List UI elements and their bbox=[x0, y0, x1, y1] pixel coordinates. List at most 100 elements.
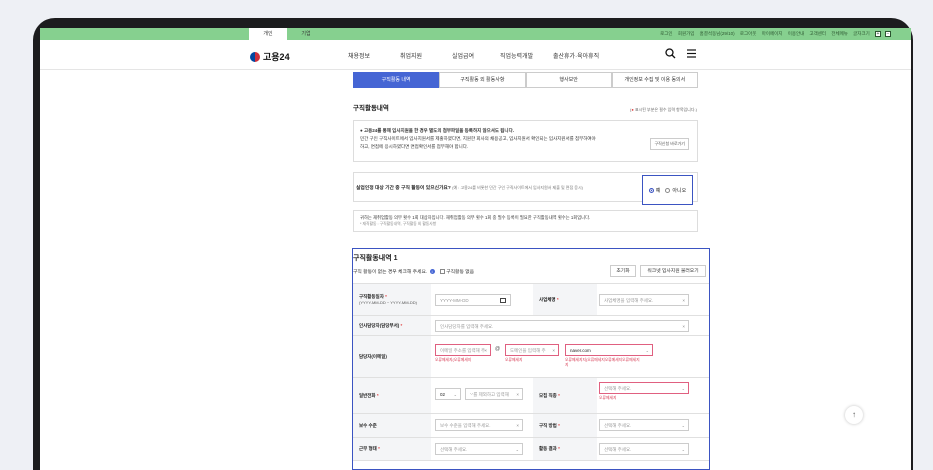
guide-link[interactable]: 이용안내 bbox=[788, 31, 805, 36]
chevron-down-icon: ⌄ bbox=[453, 392, 457, 397]
job-select[interactable]: 선택해 주세요. ⌄ bbox=[599, 382, 689, 394]
no-activity-label: 구직활동 없음 bbox=[446, 270, 475, 275]
phone-input[interactable]: '-'를 제외하고 입력해 × bbox=[465, 388, 523, 400]
site-header: 고용24 채용정보 취업지원 실업급여 직업능력개발 출산휴가·육아휴직 bbox=[40, 40, 911, 70]
tab-privacy-consent[interactable]: 개인정보 수집 및 이용 동의서 bbox=[611, 72, 698, 88]
row-work-result: 근무 형태 * 선택해 주세요. ⌄ 활동 결과 * 선택해 주세요. ⌄ bbox=[353, 437, 709, 461]
chevron-down-icon: ⌄ bbox=[681, 447, 685, 452]
activity-hint: 구직 활동이 없는 경우 체크해 주세요. i 구직활동 없음 bbox=[353, 269, 475, 275]
email-label: 담당자(이메일) bbox=[353, 336, 431, 377]
chevron-down-icon: ⌄ bbox=[681, 386, 685, 391]
font-size-label: 글자크기 bbox=[853, 31, 870, 36]
nav-vocational-training[interactable]: 직업능력개발 bbox=[500, 51, 533, 60]
no-activity-checkbox[interactable] bbox=[439, 269, 445, 275]
company-input[interactable]: 사업체명을 입력해 주세요. × bbox=[599, 294, 689, 306]
zoom-out-button[interactable]: − bbox=[885, 30, 891, 37]
clear-icon[interactable]: × bbox=[682, 321, 685, 332]
clear-icon[interactable]: × bbox=[516, 420, 519, 431]
result-select[interactable]: 선택해 주세요. ⌄ bbox=[599, 443, 689, 455]
date-label: 구직활동일자 * (YYYY-MM-DD ~ YYYY-MM-DD) bbox=[353, 284, 431, 315]
notice-box: ● 고용24를 통해 입사지원을 한 경우 별도의 첨부파일을 등록하지 않으셔… bbox=[353, 120, 698, 162]
allmenu-link[interactable]: 전체메뉴 bbox=[831, 31, 848, 36]
job-label: 모집 직종 * bbox=[533, 378, 597, 413]
date-input[interactable]: YYYY-MM-DD bbox=[435, 294, 511, 306]
row-manager: 인사담당자(담당부서) * 인사담당자를 입력해 주세요. × bbox=[353, 315, 709, 335]
search-icon[interactable] bbox=[665, 48, 676, 62]
mypage-link[interactable]: 마이페이지 bbox=[762, 31, 783, 36]
tab-security[interactable]: 행사보안 bbox=[525, 72, 612, 88]
activity-question: 실업인정 대상 기간 중 구직 활동이 있으신가요? (예 : 고용24를 비롯… bbox=[356, 185, 583, 191]
work-select[interactable]: 선택해 주세요. ⌄ bbox=[435, 443, 523, 455]
nav-maternity-leave[interactable]: 출산휴가·육아휴직 bbox=[553, 51, 599, 60]
radio-yes-label: 예 bbox=[655, 187, 661, 194]
row-salary-method: 보수 수준 보수 수준을 입력해 주세요. × 구직 방법 * 선택해 주세요. ⌄ bbox=[353, 413, 709, 437]
tab-other-activities[interactable]: 구직활동 외 활동사항 bbox=[439, 72, 526, 88]
user-name: 홈결석동님(29/10) bbox=[699, 31, 735, 36]
email-select-error: 오류메세지지(오류메세지오류메세지오류메세지 지 bbox=[565, 358, 640, 367]
nav-jobs[interactable]: 채용정보 bbox=[348, 51, 370, 60]
email-at: @ bbox=[495, 346, 501, 352]
job-error: 오류메세지 bbox=[599, 396, 617, 400]
clear-icon[interactable]: × bbox=[516, 389, 519, 400]
activity-radio-group: 예 아니오 bbox=[642, 175, 693, 205]
clear-icon[interactable]: × bbox=[682, 295, 685, 306]
nav-employment-support[interactable]: 취업지원 bbox=[400, 51, 422, 60]
email-id-error: 오류메세지(오류메세지 bbox=[435, 358, 472, 362]
tab-personal[interactable]: 개인 bbox=[249, 28, 287, 40]
utility-links: 로그인 회원가입 홈결석동님(29/10) 로그아웃 마이페이지 이용안내 고객… bbox=[656, 28, 891, 40]
hamburger-icon[interactable] bbox=[686, 48, 697, 62]
chevron-down-icon: ⌄ bbox=[515, 447, 519, 452]
row-phone-job: 일반전화 * 02 ⌄ '-'를 제외하고 입력해 × 모집 직종 * 선택해 주세… bbox=[353, 377, 709, 413]
reset-button[interactable]: 초기화 bbox=[610, 265, 636, 277]
notice-line-1: ● 고용24를 통해 입사지원을 한 경우 별도의 첨부파일을 등록하지 않으셔… bbox=[360, 128, 514, 133]
chevron-down-icon: ⌄ bbox=[645, 348, 649, 353]
row-date-company: 구직활동일자 * (YYYY-MM-DD ~ YYYY-MM-DD) YYYY-… bbox=[353, 283, 709, 315]
support-link[interactable]: 고객센터 bbox=[810, 31, 827, 36]
section-title: 구직활동내역 bbox=[353, 105, 389, 112]
manager-label: 인사담당자(담당부서) * bbox=[353, 316, 431, 335]
clear-icon[interactable]: × bbox=[484, 345, 487, 356]
tab-job-search-history[interactable]: 구직활동 내역 bbox=[353, 72, 440, 88]
salary-label: 보수 수준 bbox=[353, 414, 431, 437]
calendar-icon[interactable] bbox=[500, 298, 506, 303]
email-id-input[interactable]: 이메일 주소를 입력해 주 × bbox=[435, 344, 491, 356]
load-applications-button[interactable]: 워크넷 입사지원 불러오기 bbox=[640, 265, 706, 277]
email-domain-input[interactable]: 도메인을 입력해 주 × bbox=[505, 344, 559, 356]
required-star: ● bbox=[631, 107, 634, 112]
notice-line-3: 하고, 면접에 응시하였다면 면접확인서를 첨부해야 합니다. bbox=[360, 144, 469, 149]
phone-label: 일반전화 * bbox=[353, 378, 431, 413]
apply-shortcut-button[interactable]: 구직신청 바로가기 bbox=[650, 138, 689, 150]
nav-unemployment-benefit[interactable]: 실업급여 bbox=[452, 51, 474, 60]
site-logo[interactable]: 고용24 bbox=[250, 50, 290, 63]
radio-no-label: 아니오 bbox=[672, 187, 687, 194]
content-tabs: 구직활동 내역 구직활동 외 활동사항 행사보안 개인정보 수집 및 이용 동의… bbox=[353, 72, 698, 88]
notice-line-2: 민간 구인 구직사이트에서 입사지원서를 제출하였다면, 지원한 회사의 채용공… bbox=[360, 136, 596, 141]
requirement-info-box: 귀하는 재취업활동 의무 횟수 1회 대상자입니다. 재취업활동 의무 횟수 1… bbox=[353, 210, 698, 232]
radio-yes[interactable] bbox=[648, 187, 654, 193]
activity-form: 구직활동내역 1 구직 활동이 없는 경우 체크해 주세요. i 구직활동 없음… bbox=[352, 248, 710, 470]
info-icon[interactable]: i bbox=[429, 269, 435, 274]
salary-input[interactable]: 보수 수준을 입력해 주세요. × bbox=[435, 419, 523, 431]
email-domain-error: 오류메세지 bbox=[505, 358, 523, 362]
company-label: 사업체명 * bbox=[533, 284, 597, 315]
logout-link[interactable]: 로그아웃 bbox=[740, 31, 757, 36]
clear-icon[interactable]: × bbox=[552, 345, 555, 356]
login-link[interactable]: 로그인 bbox=[660, 31, 672, 36]
email-domain-select[interactable]: naver.com ⌄ bbox=[565, 344, 653, 356]
logo-text: 고용24 bbox=[263, 52, 290, 62]
tab-business[interactable]: 기업 bbox=[287, 28, 325, 40]
phone-prefix-select[interactable]: 02 ⌄ bbox=[435, 388, 461, 400]
row-email: 담당자(이메일) 이메일 주소를 입력해 주 × @ 도메인을 입력해 주 × na… bbox=[353, 335, 709, 377]
activity-question-hint: (예 : 고용24를 비롯한 민간 구인 구직사이트에서 입사지원서 제출 및 … bbox=[452, 185, 583, 190]
browser-screen: 개인 기업 로그인 회원가입 홈결석동님(29/10) 로그아웃 마이페이지 이… bbox=[40, 28, 911, 470]
required-note: (● 표시된 부분은 필수 입력 항목입니다.) bbox=[630, 107, 697, 112]
utility-bar: 개인 기업 로그인 회원가입 홈결석동님(29/10) 로그아웃 마이페이지 이… bbox=[40, 28, 911, 40]
manager-input[interactable]: 인사담당자를 입력해 주세요. × bbox=[435, 320, 689, 332]
scroll-top-button[interactable]: ↑ bbox=[845, 406, 863, 424]
signup-link[interactable]: 회원가입 bbox=[678, 31, 695, 36]
date-format-hint: (YYYY-MM-DD ~ YYYY-MM-DD) bbox=[359, 299, 417, 305]
method-select[interactable]: 선택해 주세요. ⌄ bbox=[599, 419, 689, 431]
zoom-in-button[interactable]: + bbox=[875, 30, 881, 37]
taegeuk-logo-icon bbox=[250, 51, 260, 62]
radio-no[interactable] bbox=[665, 187, 671, 193]
